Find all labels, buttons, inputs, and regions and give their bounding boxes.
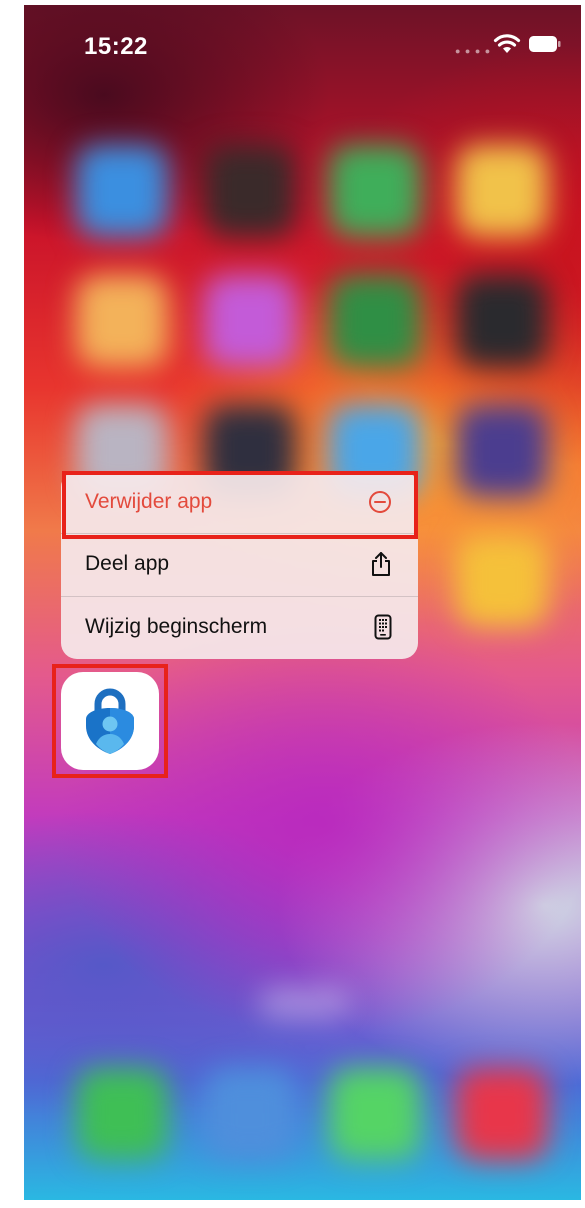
blurred-app-icon xyxy=(76,145,168,237)
menu-item-edit-home-screen[interactable]: Wijzig beginscherm xyxy=(61,596,418,658)
battery-icon xyxy=(529,36,561,52)
phone-grid-icon xyxy=(374,614,392,640)
blurred-app-icon xyxy=(456,405,548,497)
blurred-dock-icon xyxy=(204,1068,296,1160)
status-bar: 15:22 ● ● ● ● xyxy=(24,5,581,85)
highlight-app-icon xyxy=(52,664,168,778)
blurred-app-icon xyxy=(204,145,296,237)
status-time: 15:22 xyxy=(84,33,148,60)
wifi-icon xyxy=(493,34,521,53)
menu-item-label: Wijzig beginscherm xyxy=(85,615,268,638)
share-icon xyxy=(372,552,390,576)
blurred-dock-icon xyxy=(329,1068,421,1160)
blurred-dock-icon xyxy=(76,1068,168,1160)
blurred-app-icon xyxy=(329,275,421,367)
blurred-page-indicator xyxy=(259,988,349,1018)
menu-item-label: Deel app xyxy=(85,552,170,575)
blurred-app-icon xyxy=(329,145,421,237)
cellular-signal-icon: ● ● ● ● xyxy=(455,46,492,56)
blurred-app-icon xyxy=(204,275,296,367)
blurred-app-icon xyxy=(456,145,548,237)
blurred-dock-icon xyxy=(456,1068,548,1160)
blurred-app-icon xyxy=(456,535,548,627)
blurred-app-icon xyxy=(76,275,168,367)
menu-item-share-app[interactable]: Deel app xyxy=(61,533,418,595)
highlight-delete-app xyxy=(62,471,418,539)
home-screen: 15:22 ● ● ● ● Verwijder app Deel app Wij… xyxy=(24,5,581,1200)
blurred-app-icon xyxy=(456,275,548,367)
